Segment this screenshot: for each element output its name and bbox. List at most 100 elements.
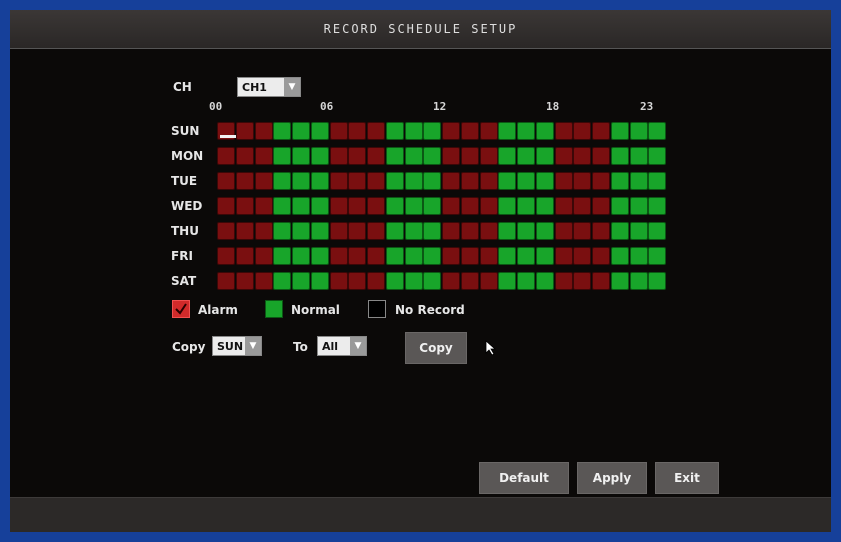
schedule-cell[interactable]	[273, 122, 292, 140]
schedule-cell[interactable]	[573, 122, 592, 140]
schedule-cell[interactable]	[273, 272, 292, 290]
schedule-cell[interactable]	[273, 172, 292, 190]
schedule-cell[interactable]	[610, 272, 629, 290]
no-record-swatch[interactable]	[368, 300, 386, 318]
schedule-cell[interactable]	[292, 122, 310, 140]
schedule-cell[interactable]	[629, 147, 648, 165]
schedule-cell[interactable]	[460, 147, 479, 165]
alarm-swatch[interactable]	[172, 300, 190, 318]
schedule-cell[interactable]	[460, 247, 479, 265]
schedule-cell[interactable]	[292, 147, 310, 165]
schedule-cell[interactable]	[423, 147, 442, 165]
schedule-cell[interactable]	[592, 147, 610, 165]
schedule-cell[interactable]	[423, 122, 442, 140]
schedule-cell[interactable]	[442, 272, 460, 290]
schedule-cell[interactable]	[554, 122, 573, 140]
schedule-cell[interactable]	[404, 172, 423, 190]
schedule-cell[interactable]	[535, 247, 554, 265]
schedule-cell[interactable]	[517, 197, 535, 215]
schedule-cell[interactable]	[498, 247, 517, 265]
schedule-cell[interactable]	[348, 222, 367, 240]
schedule-cell[interactable]	[610, 222, 629, 240]
schedule-cell[interactable]	[310, 197, 329, 215]
schedule-cell[interactable]	[235, 122, 254, 140]
schedule-cell[interactable]	[535, 272, 554, 290]
schedule-cell[interactable]	[254, 122, 273, 140]
schedule-cell[interactable]	[310, 122, 329, 140]
schedule-cell[interactable]	[648, 172, 667, 190]
schedule-cell[interactable]	[310, 222, 329, 240]
schedule-cell[interactable]	[442, 122, 460, 140]
schedule-cell[interactable]	[479, 222, 498, 240]
schedule-cell[interactable]	[442, 147, 460, 165]
schedule-cell[interactable]	[329, 122, 348, 140]
apply-button[interactable]: Apply	[577, 462, 647, 494]
schedule-cell[interactable]	[648, 222, 667, 240]
schedule-cell[interactable]	[554, 197, 573, 215]
schedule-cell[interactable]	[217, 147, 235, 165]
channel-select[interactable]: CH1 ▼	[237, 77, 301, 97]
schedule-cell[interactable]	[273, 247, 292, 265]
schedule-cell[interactable]	[460, 197, 479, 215]
schedule-cell[interactable]	[254, 147, 273, 165]
schedule-cell[interactable]	[442, 222, 460, 240]
schedule-cell[interactable]	[460, 122, 479, 140]
schedule-cell[interactable]	[610, 172, 629, 190]
schedule-cell[interactable]	[535, 222, 554, 240]
schedule-cell[interactable]	[610, 247, 629, 265]
schedule-cell[interactable]	[479, 122, 498, 140]
schedule-cell[interactable]	[442, 197, 460, 215]
schedule-cell[interactable]	[648, 147, 667, 165]
schedule-cell[interactable]	[329, 172, 348, 190]
schedule-cell[interactable]	[592, 172, 610, 190]
schedule-cell[interactable]	[573, 172, 592, 190]
schedule-cell[interactable]	[292, 272, 310, 290]
schedule-cell[interactable]	[348, 197, 367, 215]
schedule-cell[interactable]	[385, 197, 404, 215]
schedule-cell[interactable]	[385, 172, 404, 190]
schedule-cell[interactable]	[479, 147, 498, 165]
schedule-cell[interactable]	[535, 197, 554, 215]
copy-from-select[interactable]: SUN ▼	[212, 336, 262, 356]
schedule-cell[interactable]	[479, 197, 498, 215]
default-button[interactable]: Default	[479, 462, 569, 494]
schedule-cell[interactable]	[573, 222, 592, 240]
schedule-cell[interactable]	[348, 172, 367, 190]
schedule-cell[interactable]	[517, 122, 535, 140]
schedule-cell[interactable]	[367, 222, 385, 240]
schedule-cell[interactable]	[329, 197, 348, 215]
schedule-cell[interactable]	[554, 147, 573, 165]
schedule-cell[interactable]	[479, 247, 498, 265]
schedule-cell[interactable]	[554, 247, 573, 265]
schedule-cell[interactable]	[460, 222, 479, 240]
schedule-cell[interactable]	[385, 272, 404, 290]
copy-to-select[interactable]: All ▼	[317, 336, 367, 356]
schedule-cell[interactable]	[348, 122, 367, 140]
schedule-cell[interactable]	[573, 272, 592, 290]
schedule-cell[interactable]	[404, 272, 423, 290]
schedule-cell[interactable]	[254, 247, 273, 265]
schedule-cell[interactable]	[273, 197, 292, 215]
exit-button[interactable]: Exit	[655, 462, 719, 494]
schedule-cell[interactable]	[235, 147, 254, 165]
schedule-cell[interactable]	[517, 272, 535, 290]
schedule-cell[interactable]	[310, 147, 329, 165]
schedule-cell[interactable]	[573, 197, 592, 215]
normal-swatch[interactable]	[265, 300, 283, 318]
schedule-cell[interactable]	[442, 247, 460, 265]
schedule-cell[interactable]	[648, 272, 667, 290]
schedule-cell[interactable]	[292, 222, 310, 240]
copy-button[interactable]: Copy	[405, 332, 467, 364]
schedule-cell[interactable]	[217, 222, 235, 240]
schedule-cell[interactable]	[235, 172, 254, 190]
schedule-cell[interactable]	[217, 197, 235, 215]
schedule-cell[interactable]	[385, 147, 404, 165]
schedule-cell[interactable]	[367, 172, 385, 190]
schedule-cell[interactable]	[292, 247, 310, 265]
schedule-cell[interactable]	[648, 122, 667, 140]
schedule-cell[interactable]	[592, 272, 610, 290]
schedule-cell[interactable]	[273, 222, 292, 240]
schedule-cell[interactable]	[460, 172, 479, 190]
schedule-cell[interactable]	[310, 272, 329, 290]
schedule-cell[interactable]	[498, 197, 517, 215]
